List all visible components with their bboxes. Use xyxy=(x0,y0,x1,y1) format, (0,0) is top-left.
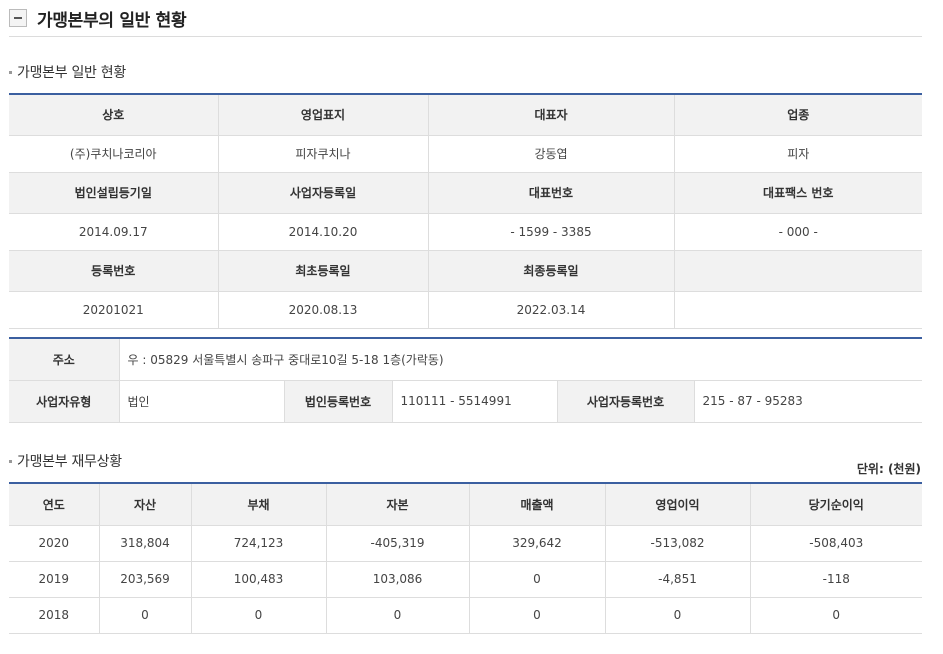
finance-section-title: 가맹본부 재무상황 xyxy=(9,451,122,471)
header-cell: 최초등록일 xyxy=(217,249,429,292)
general-status-table: 상호 영업표지 대표자 업종 (주)쿠치나코리아 피자쿠치나 강동엽 피자 법인… xyxy=(9,93,922,329)
business-registration-date: 2014.10.20 xyxy=(217,212,429,251)
registration-number: 20201021 xyxy=(9,290,219,329)
page-title: 가맹본부의 일반 현황 xyxy=(37,10,187,31)
business-category: 피자 xyxy=(673,134,922,173)
header-cell: 사업자등록일 xyxy=(217,171,429,214)
table-header-row: 등록번호 최초등록일 최종등록일 xyxy=(9,249,922,292)
header-divider xyxy=(9,36,922,37)
unit-label: 단위: (천원) xyxy=(856,462,921,476)
general-section-title: 가맹본부 일반 현황 xyxy=(9,62,126,82)
table-cell: 0 xyxy=(604,596,751,634)
table-row: 2019 203,569 100,483 103,086 0 -4,851 -1… xyxy=(9,560,922,598)
table-row: (주)쿠치나코리아 피자쿠치나 강동엽 피자 xyxy=(9,134,922,173)
table-cell: 318,804 xyxy=(98,524,192,562)
header-cell: 대표자 xyxy=(427,93,675,136)
table-row: 2014.09.17 2014.10.20 - 1599 - 3385 - 00… xyxy=(9,212,922,251)
first-registration-date: 2020.08.13 xyxy=(217,290,429,329)
table-cell: 0 xyxy=(98,596,192,634)
table-cell: 2019 xyxy=(9,560,100,598)
last-registration-date: 2022.03.14 xyxy=(427,290,675,329)
table-header-row: 법인설립등기일 사업자등록일 대표번호 대표팩스 번호 xyxy=(9,171,922,214)
business-type-label: 사업자유형 xyxy=(9,379,120,423)
bullet-icon xyxy=(9,70,12,74)
header-cell: 대표번호 xyxy=(427,171,675,214)
table-cell: -405,319 xyxy=(325,524,470,562)
table-cell: 724,123 xyxy=(190,524,327,562)
header-cell: 등록번호 xyxy=(9,249,219,292)
brand-name: 피자쿠치나 xyxy=(217,134,429,173)
finance-table: 연도 자산 부채 자본 매출액 영업이익 당기순이익 2020 318,804 … xyxy=(9,482,922,634)
address-label: 주소 xyxy=(9,337,120,381)
header-cell: 영업표지 xyxy=(217,93,429,136)
empty-cell xyxy=(673,290,922,329)
table-cell: -4,851 xyxy=(604,560,751,598)
table-cell: 2020 xyxy=(9,524,100,562)
table-row: 주소 우 : 05829 서울특별시 송파구 중대로10길 5-18 1층(가락… xyxy=(9,337,922,381)
table-row: 2018 0 0 0 0 0 0 xyxy=(9,596,922,634)
header-cell: 당기순이익 xyxy=(749,482,922,526)
header-cell: 상호 xyxy=(9,93,219,136)
incorporation-date: 2014.09.17 xyxy=(9,212,219,251)
header-cell: 업종 xyxy=(673,93,922,136)
table-cell: 0 xyxy=(468,596,606,634)
business-type-value: 법인 xyxy=(118,379,285,423)
table-cell: 103,086 xyxy=(325,560,470,598)
table-cell: 0 xyxy=(190,596,327,634)
general-section-label: 가맹본부 일반 현황 xyxy=(17,65,126,81)
table-row: 20201021 2020.08.13 2022.03.14 xyxy=(9,290,922,329)
corporate-number-value: 110111 - 5514991 xyxy=(391,379,558,423)
table-cell: -118 xyxy=(749,560,922,598)
header-cell: 법인설립등기일 xyxy=(9,171,219,214)
table-cell: -513,082 xyxy=(604,524,751,562)
header-cell: 자본 xyxy=(325,482,470,526)
page-header: 가맹본부의 일반 현황 xyxy=(9,6,187,31)
header-cell: 대표팩스 번호 xyxy=(673,171,922,214)
header-cell: 자산 xyxy=(98,482,192,526)
corporate-number-label: 법인등록번호 xyxy=(283,379,393,423)
minus-icon xyxy=(14,17,22,19)
finance-section-label: 가맹본부 재무상황 xyxy=(17,454,122,470)
table-cell: -508,403 xyxy=(749,524,922,562)
bullet-icon xyxy=(9,459,12,463)
table-cell: 203,569 xyxy=(98,560,192,598)
address-value: 우 : 05829 서울특별시 송파구 중대로10길 5-18 1층(가락동) xyxy=(118,337,922,381)
collapse-toggle[interactable] xyxy=(9,9,27,27)
header-cell: 연도 xyxy=(9,482,100,526)
table-header-row: 연도 자산 부채 자본 매출액 영업이익 당기순이익 xyxy=(9,482,922,526)
header-cell: 부채 xyxy=(190,482,327,526)
company-name: (주)쿠치나코리아 xyxy=(9,134,219,173)
table-cell: 2018 xyxy=(9,596,100,634)
header-cell xyxy=(673,249,922,292)
representative: 강동엽 xyxy=(427,134,675,173)
table-cell: 0 xyxy=(325,596,470,634)
table-header-row: 상호 영업표지 대표자 업종 xyxy=(9,93,922,136)
business-number-value: 215 - 87 - 95283 xyxy=(693,379,922,423)
table-cell: 0 xyxy=(749,596,922,634)
table-cell: 0 xyxy=(468,560,606,598)
address-table: 주소 우 : 05829 서울특별시 송파구 중대로10길 5-18 1층(가락… xyxy=(9,337,922,423)
table-cell: 329,642 xyxy=(468,524,606,562)
table-cell: 100,483 xyxy=(190,560,327,598)
business-number-label: 사업자등록번호 xyxy=(556,379,695,423)
header-cell: 최종등록일 xyxy=(427,249,675,292)
header-cell: 매출액 xyxy=(468,482,606,526)
phone-number: - 1599 - 3385 xyxy=(427,212,675,251)
table-row: 2020 318,804 724,123 -405,319 329,642 -5… xyxy=(9,524,922,562)
header-cell: 영업이익 xyxy=(604,482,751,526)
table-row: 사업자유형 법인 법인등록번호 110111 - 5514991 사업자등록번호… xyxy=(9,379,922,423)
fax-number: - 000 - xyxy=(673,212,922,251)
